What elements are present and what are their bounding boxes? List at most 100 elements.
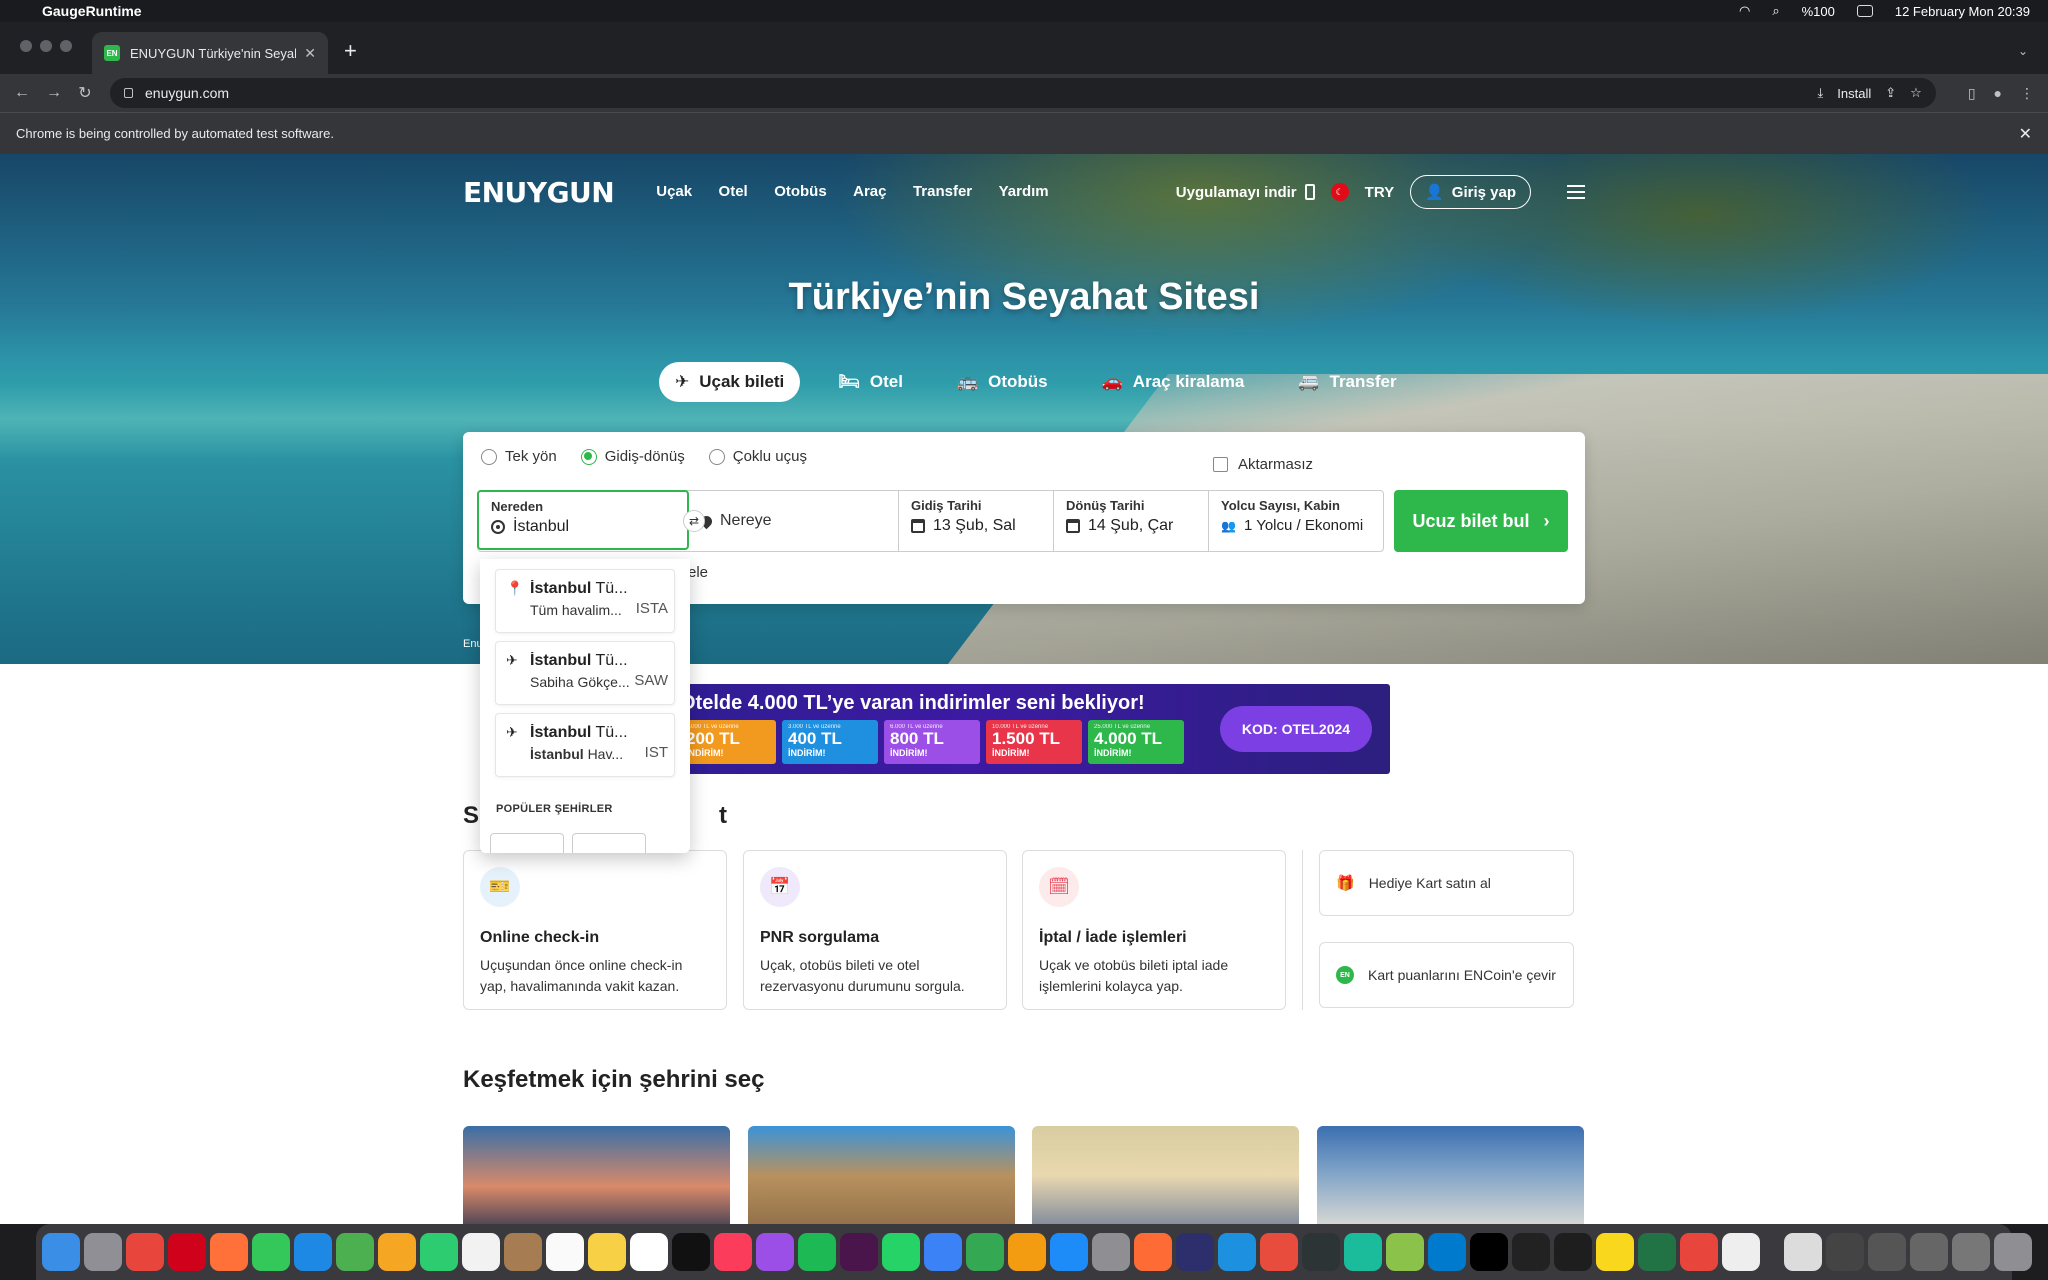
apple-tv-icon[interactable]: [672, 1233, 710, 1271]
numbers-icon[interactable]: [966, 1233, 1004, 1271]
contacts-icon[interactable]: [504, 1233, 542, 1271]
new-tab-button[interactable]: +: [344, 38, 357, 64]
facetime-icon[interactable]: [420, 1233, 458, 1271]
clock[interactable]: 12 February Mon 20:39: [1895, 4, 2030, 19]
window-stack-icon[interactable]: [1826, 1233, 1864, 1271]
popular-city-chip[interactable]: [490, 833, 564, 853]
reload-icon[interactable]: ↻: [78, 83, 92, 103]
city-card-image[interactable]: [463, 1126, 730, 1224]
window-stack-icon[interactable]: [1868, 1233, 1906, 1271]
cyberduck-icon[interactable]: [1596, 1233, 1634, 1271]
mail-icon[interactable]: [294, 1233, 332, 1271]
nav-item-ucak[interactable]: Uçak: [656, 183, 692, 200]
terminal-icon[interactable]: [1512, 1233, 1550, 1271]
encoin-link[interactable]: EN Kart puanlarını ENCoin'e çevir: [1319, 942, 1574, 1008]
tab-ucak-bileti[interactable]: ✈ Uçak bileti: [659, 362, 801, 402]
checkbox-box[interactable]: [1213, 457, 1228, 472]
address-bar[interactable]: enuygun.com ⤓ Install ⇪ ☆: [110, 78, 1936, 108]
city-card-image[interactable]: [1317, 1126, 1584, 1224]
passenger-cabin-field[interactable]: Yolcu Sayısı, Kabin 👥 1 Yolcu / Ekonomi: [1209, 491, 1383, 551]
close-infobar-icon[interactable]: ✕: [2019, 124, 2032, 144]
trash-icon[interactable]: [1994, 1233, 2032, 1271]
app-store-icon[interactable]: [1050, 1233, 1088, 1271]
nav-item-transfer[interactable]: Transfer: [913, 183, 972, 200]
bookmark-star-icon[interactable]: ☆: [1910, 85, 1922, 101]
radio-circle[interactable]: [481, 448, 497, 465]
music-icon[interactable]: [714, 1233, 752, 1271]
close-window-button[interactable]: [20, 40, 32, 52]
utility-icon[interactable]: [1260, 1233, 1298, 1271]
system-settings-icon[interactable]: [1092, 1233, 1130, 1271]
destination-field[interactable]: Nereye: [689, 491, 899, 551]
city-card-image[interactable]: [748, 1126, 1015, 1224]
preview-icon[interactable]: [1722, 1233, 1760, 1271]
photos-icon[interactable]: [378, 1233, 416, 1271]
radio-gidis-donus[interactable]: Gidiş-dönüş: [580, 448, 685, 465]
tab-search-icon[interactable]: ⌄: [2018, 44, 2028, 58]
tab-otobus[interactable]: 🚌 Otobüs: [941, 362, 1064, 402]
close-tab-icon[interactable]: ✕: [304, 45, 316, 62]
notes-icon[interactable]: [588, 1233, 626, 1271]
swift-icon[interactable]: [1134, 1233, 1172, 1271]
excel-icon[interactable]: [1638, 1233, 1676, 1271]
destination-input[interactable]: Nereye: [720, 512, 772, 530]
tab-transfer[interactable]: 🚐 Transfer: [1282, 362, 1412, 402]
promo-code-badge[interactable]: KOD: OTEL2024: [1220, 706, 1372, 752]
list-item[interactable]: ✈ İstanbul Tü... İstanbul Hav... IST: [495, 713, 675, 777]
nav-item-otel[interactable]: Otel: [719, 183, 748, 200]
maps-icon[interactable]: [336, 1233, 374, 1271]
service-card-checkin[interactable]: 🎫 Online check-in Uçuşundan önce online …: [463, 850, 727, 1010]
slack-icon[interactable]: [840, 1233, 878, 1271]
lock-icon[interactable]: [124, 88, 133, 98]
hotel-option-text[interactable]: ele: [688, 564, 708, 581]
pages-icon[interactable]: [1008, 1233, 1046, 1271]
url-text[interactable]: enuygun.com: [145, 85, 229, 101]
nav-item-yardim[interactable]: Yardım: [999, 183, 1049, 200]
download-app-link[interactable]: Uygulamayı indir: [1176, 184, 1315, 201]
firefox-icon[interactable]: [210, 1233, 248, 1271]
chrome-icon[interactable]: [1680, 1233, 1718, 1271]
battery-icon[interactable]: [1856, 5, 1873, 17]
calendar-icon[interactable]: [462, 1233, 500, 1271]
postman-icon[interactable]: [1302, 1233, 1340, 1271]
search-flights-button[interactable]: Ucuz bilet bul ›: [1394, 490, 1568, 552]
spotify-icon[interactable]: [798, 1233, 836, 1271]
search-icon[interactable]: ⌕: [1772, 3, 1779, 19]
browser-tab-active[interactable]: EN ENUYGUN Türkiye'nin Seyahat ✕: [92, 32, 328, 74]
minimize-window-button[interactable]: [40, 40, 52, 52]
list-item[interactable]: 📍 İstanbul Tü... Tüm havalim... ISTA: [495, 569, 675, 633]
wifi-icon[interactable]: ◠: [1739, 3, 1750, 19]
forward-icon[interactable]: →: [46, 84, 62, 102]
currency-selector[interactable]: TRY: [1365, 184, 1394, 201]
depart-date-field[interactable]: Gidiş Tarihi 13 Şub, Sal: [899, 491, 1054, 551]
nav-item-arac[interactable]: Araç: [853, 183, 886, 200]
zoom-window-button[interactable]: [60, 40, 72, 52]
site-logo[interactable]: ENUYGUN: [463, 176, 615, 209]
popular-city-chip[interactable]: [572, 833, 646, 853]
profile-icon[interactable]: ●: [1994, 85, 2002, 101]
service-card-cancel[interactable]: 🗓 İptal / İade işlemleri Uçak ve otobüs …: [1022, 850, 1286, 1010]
radio-circle[interactable]: [708, 448, 725, 465]
iterm-icon[interactable]: [1554, 1233, 1592, 1271]
login-button[interactable]: 👤 Giriş yap: [1410, 175, 1531, 209]
app-icon[interactable]: [1344, 1233, 1382, 1271]
gift-card-link[interactable]: 🎁 Hediye Kart satın al: [1319, 850, 1574, 916]
finder-icon[interactable]: [42, 1233, 80, 1271]
messages-icon[interactable]: [252, 1233, 290, 1271]
podcasts-icon[interactable]: [756, 1233, 794, 1271]
document-stack-icon[interactable]: [1784, 1233, 1822, 1271]
docker-icon[interactable]: [1218, 1233, 1256, 1271]
list-item[interactable]: ✈ İstanbul Tü... Sabiha Gökçe... SAW: [495, 641, 675, 705]
radio-circle[interactable]: [580, 448, 597, 465]
tab-arac-kiralama[interactable]: 🚗 Araç kiralama: [1086, 362, 1261, 402]
window-stack-icon[interactable]: [1952, 1233, 1990, 1271]
return-date-field[interactable]: Dönüş Tarihi 14 Şub, Çar: [1054, 491, 1209, 551]
launchpad-icon[interactable]: [84, 1233, 122, 1271]
swap-route-icon[interactable]: ⇄: [683, 510, 705, 532]
nav-item-otobus[interactable]: Otobüs: [774, 183, 827, 200]
vpn-icon[interactable]: [1176, 1233, 1214, 1271]
origin-input[interactable]: İstanbul: [513, 518, 569, 536]
back-icon[interactable]: ←: [14, 84, 30, 102]
opera-icon[interactable]: [168, 1233, 206, 1271]
service-card-pnr[interactable]: 📅 PNR sorgulama Uçak, otobüs bileti ve o…: [743, 850, 1007, 1010]
